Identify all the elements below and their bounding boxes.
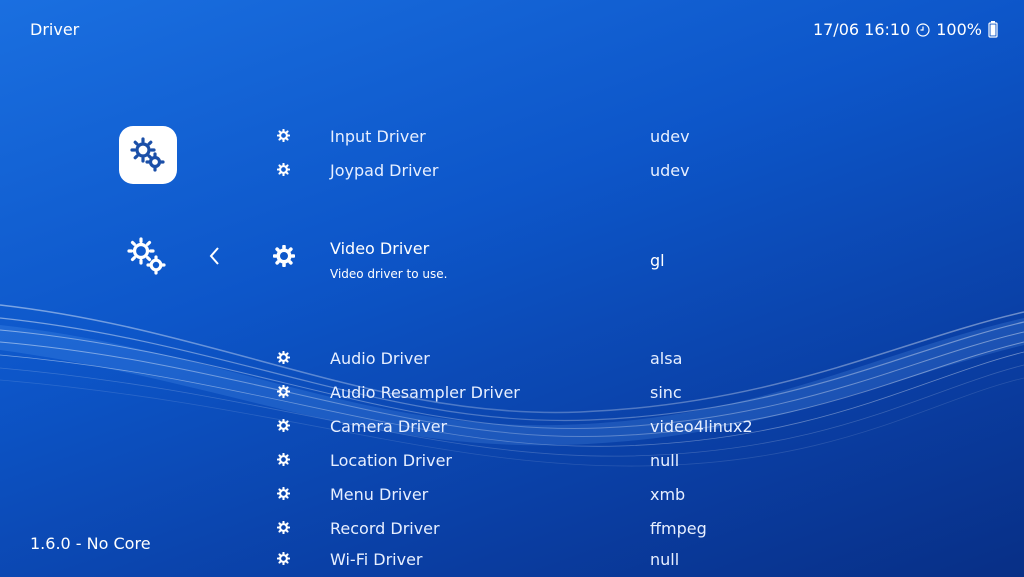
menu-item-label: Input Driver bbox=[330, 127, 426, 146]
menu-item-label: Video Driver bbox=[330, 239, 430, 258]
gear-icon bbox=[277, 163, 290, 176]
menu-item-record-driver[interactable]: Record Driver ffmpeg bbox=[0, 512, 1024, 546]
menu-item-label: Audio Driver bbox=[330, 349, 430, 368]
menu-item-wifi-driver[interactable]: Wi-Fi Driver null bbox=[0, 543, 1024, 577]
version-text: 1.6.0 - No Core bbox=[30, 534, 151, 553]
gear-icon bbox=[277, 129, 290, 142]
menu-item-label: Menu Driver bbox=[330, 485, 429, 504]
menu-item-input-driver[interactable]: Input Driver udev bbox=[0, 120, 1024, 154]
menu-item-label: Audio Resampler Driver bbox=[330, 383, 520, 402]
gear-icon bbox=[277, 521, 290, 534]
gear-icon bbox=[277, 453, 290, 466]
menu-item-location-driver[interactable]: Location Driver null bbox=[0, 444, 1024, 478]
battery-icon bbox=[988, 21, 998, 38]
menu-item-value: null bbox=[650, 550, 680, 569]
clock-icon bbox=[916, 22, 930, 37]
status-bar: 17/06 16:10 100% bbox=[813, 20, 998, 39]
menu-item-value: alsa bbox=[650, 349, 683, 368]
menu-item-value: null bbox=[650, 451, 680, 470]
menu-item-label: Joypad Driver bbox=[330, 161, 439, 180]
menu-item-value: sinc bbox=[650, 383, 682, 402]
gear-icon bbox=[277, 385, 290, 398]
gear-icon bbox=[277, 419, 290, 432]
gear-icon bbox=[277, 552, 290, 565]
gear-icon bbox=[273, 245, 295, 267]
datetime-text: 17/06 16:10 bbox=[812, 20, 911, 39]
battery-text: 100% bbox=[936, 20, 982, 39]
menu-item-value: udev bbox=[650, 127, 690, 146]
menu-item-video-driver[interactable]: Video Driver Video driver to use. gl bbox=[0, 236, 1024, 296]
menu-item-value: gl bbox=[650, 251, 665, 270]
menu-item-menu-driver[interactable]: Menu Driver xmb bbox=[0, 478, 1024, 512]
page-title: Driver bbox=[30, 20, 80, 39]
menu-item-label: Wi-Fi Driver bbox=[330, 550, 423, 569]
menu-item-audio-resampler-driver[interactable]: Audio Resampler Driver sinc bbox=[0, 376, 1024, 410]
menu-item-label: Camera Driver bbox=[330, 417, 448, 436]
menu-item-value: udev bbox=[650, 161, 690, 180]
menu-item-audio-driver[interactable]: Audio Driver alsa bbox=[0, 342, 1024, 376]
menu-item-value: video4linux2 bbox=[650, 417, 753, 436]
gear-icon bbox=[277, 487, 290, 500]
menu-item-camera-driver[interactable]: Camera Driver video4linux2 bbox=[0, 410, 1024, 444]
menu-item-label: Record Driver bbox=[330, 519, 440, 538]
menu-item-value: ffmpeg bbox=[650, 519, 707, 538]
menu-item-sublabel: Video driver to use. bbox=[330, 267, 448, 281]
menu-item-value: xmb bbox=[650, 485, 686, 504]
menu-item-label: Location Driver bbox=[330, 451, 452, 470]
gear-icon bbox=[277, 351, 290, 364]
menu-item-joypad-driver[interactable]: Joypad Driver udev bbox=[0, 154, 1024, 188]
